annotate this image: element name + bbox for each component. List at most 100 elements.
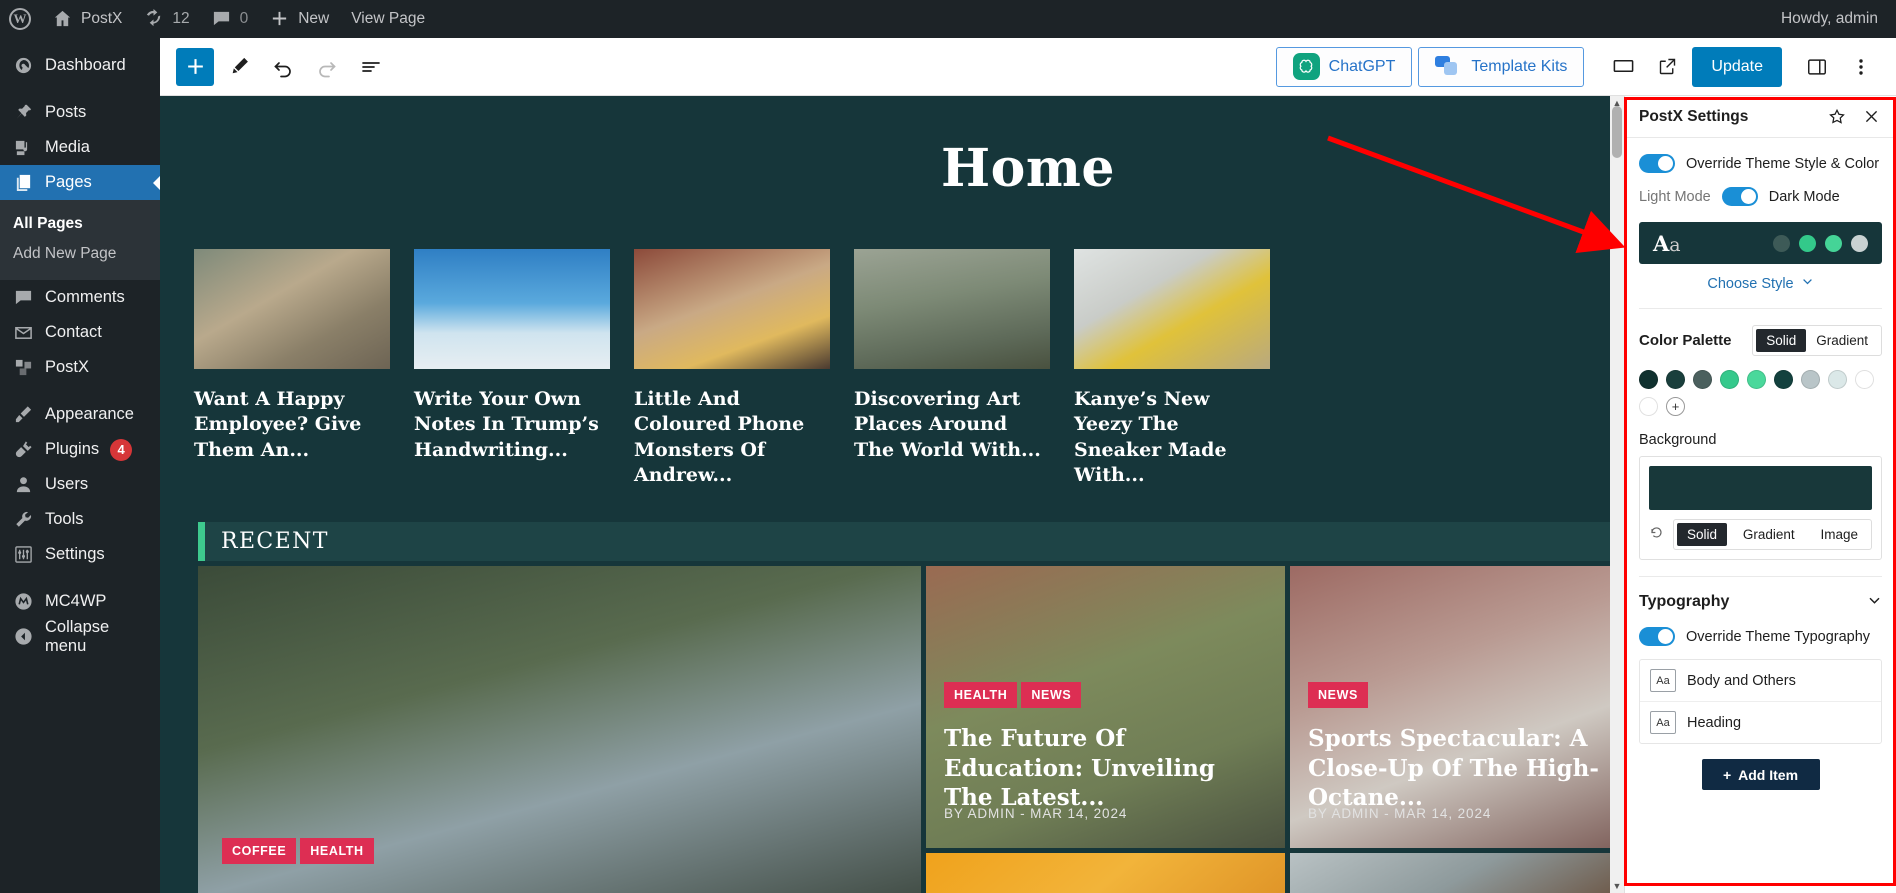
category-badge[interactable]: COFFEE xyxy=(222,838,297,865)
reset-icon[interactable] xyxy=(1649,525,1664,544)
typography-item-heading[interactable]: Aa Heading xyxy=(1640,701,1881,743)
sidebar-item-appearance[interactable]: Appearance xyxy=(0,397,160,432)
sidebar-item-settings[interactable]: Settings xyxy=(0,537,160,572)
new-content-button[interactable]: New xyxy=(259,0,340,38)
sidebar-item-posts[interactable]: Posts xyxy=(0,95,160,130)
canvas-scrollbar[interactable]: ▲ ▼ xyxy=(1610,96,1624,893)
view-page-button[interactable]: View Page xyxy=(340,0,436,38)
dashboard-icon xyxy=(13,55,34,76)
sidebar-item-plugins[interactable]: Plugins 4 xyxy=(0,432,160,467)
sidebar-item-media[interactable]: Media xyxy=(0,130,160,165)
template-kits-button[interactable]: Template Kits xyxy=(1418,46,1585,87)
options-menu-button[interactable] xyxy=(1842,48,1880,86)
sidebar-item-users[interactable]: Users xyxy=(0,467,160,502)
sidebar-item-dashboard[interactable]: Dashboard xyxy=(0,48,160,83)
undo-button[interactable] xyxy=(264,48,302,86)
pin-icon xyxy=(13,102,34,123)
wordpress-logo-button[interactable]: W xyxy=(0,0,42,38)
palette-swatch[interactable] xyxy=(1828,370,1847,389)
palette-swatch[interactable] xyxy=(1855,370,1874,389)
post-title: Write Your Own Notes In Trump’s Handwrit… xyxy=(414,388,599,461)
add-swatch-button[interactable]: + xyxy=(1666,397,1685,416)
redo-button[interactable] xyxy=(308,48,346,86)
sidebar-item-comments[interactable]: Comments xyxy=(0,280,160,315)
sidebar-item-mc4wp[interactable]: MC4WP xyxy=(0,584,160,619)
palette-mode-solid[interactable]: Solid xyxy=(1756,329,1807,352)
update-button[interactable]: Update xyxy=(1692,46,1782,87)
star-icon[interactable] xyxy=(1826,106,1848,128)
post-card[interactable]: Want A Happy Employee? Give Them An... xyxy=(194,249,390,488)
font-chip-icon: Aa xyxy=(1650,711,1676,734)
override-typography-toggle[interactable] xyxy=(1639,627,1675,646)
category-badge[interactable]: HEALTH xyxy=(300,838,374,865)
palette-swatch[interactable] xyxy=(1639,370,1658,389)
edit-tool-button[interactable] xyxy=(220,48,258,86)
post-card[interactable] xyxy=(1290,853,1649,893)
document-overview-button[interactable] xyxy=(352,48,390,86)
style-preview[interactable]: Aa xyxy=(1639,222,1882,264)
sidebar-subitem-all-pages[interactable]: All Pages xyxy=(0,209,160,239)
palette-swatch[interactable] xyxy=(1666,370,1685,389)
category-badge[interactable]: NEWS xyxy=(1308,682,1368,709)
view-desktop-button[interactable] xyxy=(1604,48,1642,86)
sidebar-item-label: Appearance xyxy=(45,405,134,423)
palette-swatch[interactable] xyxy=(1693,370,1712,389)
add-item-label: Add Item xyxy=(1738,766,1799,783)
sidebar-item-contact[interactable]: Contact xyxy=(0,315,160,350)
category-badge[interactable]: HEALTH xyxy=(944,682,1018,709)
post-card[interactable]: Kanye’s New Yeezy The Sneaker Made With.… xyxy=(1074,249,1270,488)
typography-item-body[interactable]: Aa Body and Others xyxy=(1640,660,1881,701)
account-menu[interactable]: Howdy, admin xyxy=(1770,0,1896,38)
updates-button[interactable]: 12 xyxy=(133,0,200,38)
sidebar-item-label: Contact xyxy=(45,323,102,341)
sidebar-item-collapse-menu[interactable]: Collapse menu xyxy=(0,617,160,655)
add-block-button[interactable] xyxy=(176,47,214,86)
site-name-button[interactable]: PostX xyxy=(42,0,133,38)
category-badges: HEALTH NEWS xyxy=(944,682,1082,709)
background-mode-gradient[interactable]: Gradient xyxy=(1733,523,1805,546)
palette-swatch[interactable] xyxy=(1639,397,1658,416)
add-item-button[interactable]: + Add Item xyxy=(1701,759,1820,790)
background-mode-solid[interactable]: Solid xyxy=(1677,523,1728,546)
post-card[interactable]: Discovering Art Places Around The World … xyxy=(854,249,1050,488)
palette-swatch[interactable] xyxy=(1774,370,1793,389)
background-color-swatch[interactable] xyxy=(1649,466,1872,510)
sidebar-item-postx[interactable]: PostX xyxy=(0,350,160,385)
post-card[interactable]: Write Your Own Notes In Trump’s Handwrit… xyxy=(414,249,610,488)
choose-style-button[interactable]: Choose Style xyxy=(1639,275,1882,292)
post-title: Want A Happy Employee? Give Them An... xyxy=(194,388,362,461)
postx-icon xyxy=(13,357,34,378)
sidebar-item-pages[interactable]: Pages xyxy=(0,165,160,200)
palette-swatch[interactable] xyxy=(1801,370,1820,389)
scrollbar-thumb[interactable] xyxy=(1612,106,1622,158)
palette-mode-gradient[interactable]: Gradient xyxy=(1806,329,1878,352)
category-badge[interactable]: NEWS xyxy=(1021,682,1082,709)
sidebar-item-label: Collapse menu xyxy=(45,617,110,655)
post-card[interactable]: Little And Coloured Phone Monsters Of An… xyxy=(634,249,830,488)
chevron-down-icon xyxy=(1801,275,1814,292)
sidebar-subitem-add-new-page[interactable]: Add New Page xyxy=(0,239,160,269)
sidebar-item-label: Media xyxy=(45,138,90,156)
scroll-down-arrow[interactable]: ▼ xyxy=(1610,879,1624,893)
new-content-label: New xyxy=(298,10,330,27)
style-dot xyxy=(1773,234,1790,252)
comments-button[interactable]: 0 xyxy=(201,0,260,38)
chatgpt-button[interactable]: ChatGPT xyxy=(1275,46,1413,87)
preview-external-button[interactable] xyxy=(1648,48,1686,86)
settings-sidebar-button[interactable] xyxy=(1798,48,1836,86)
palette-swatch[interactable] xyxy=(1720,370,1739,389)
sidebar-item-tools[interactable]: Tools xyxy=(0,502,160,537)
sidebar-separator xyxy=(0,83,160,95)
dark-mode-toggle[interactable] xyxy=(1721,187,1758,206)
close-icon[interactable] xyxy=(1860,106,1882,128)
typography-header[interactable]: Typography xyxy=(1639,593,1882,611)
post-card[interactable]: HEALTH NEWS The Future Of Education: Unv… xyxy=(926,566,1285,849)
style-dot xyxy=(1851,234,1868,252)
override-style-toggle[interactable] xyxy=(1639,154,1675,173)
palette-swatch[interactable] xyxy=(1747,370,1766,389)
post-card[interactable]: COFFEE HEALTH xyxy=(198,566,921,893)
post-card[interactable]: NEWS Sports Spectacular: A Close-Up Of T… xyxy=(1290,566,1649,849)
sidebar-separator xyxy=(0,572,160,584)
background-mode-image[interactable]: Image xyxy=(1810,523,1868,546)
post-card[interactable] xyxy=(926,853,1285,893)
